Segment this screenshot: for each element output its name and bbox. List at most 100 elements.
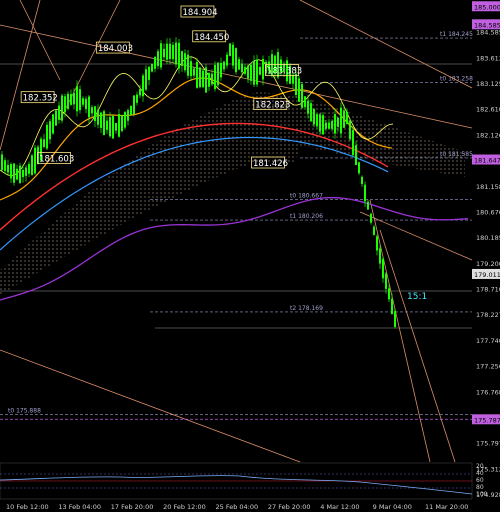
price-tag-label: 184.585: [474, 21, 500, 29]
candle-body: [127, 110, 129, 121]
y-tick-label: 183.125: [476, 80, 500, 88]
price-label: 182.823: [255, 100, 290, 110]
candle-body: [82, 98, 84, 105]
price-tag-label: 185.000: [474, 3, 500, 11]
candle-body: [313, 109, 315, 125]
candle-body: [112, 115, 114, 139]
candle-body: [91, 107, 93, 114]
candle-body: [346, 111, 348, 125]
candle-body: [352, 130, 354, 156]
candle-body: [325, 122, 327, 129]
candle-body: [10, 164, 12, 179]
candle-body: [232, 44, 234, 66]
candle-body: [385, 273, 387, 289]
candle-body: [55, 110, 57, 126]
candle-body: [169, 43, 171, 59]
level-label: t1 180.206: [290, 213, 323, 220]
price-label: 181.426: [253, 159, 288, 169]
price-label: 184.450: [194, 33, 229, 43]
candle-body: [103, 111, 105, 136]
candle-body: [226, 54, 228, 66]
y-tick-label: 183.613: [476, 54, 500, 62]
candle-body: [253, 60, 255, 85]
level-label: t0 183.258: [440, 76, 473, 83]
candle-body: [247, 65, 249, 79]
candle-body: [130, 106, 132, 115]
candle-body: [211, 73, 213, 85]
price-tag-label: 175.787: [474, 416, 500, 424]
candle-body: [373, 226, 375, 235]
candle-body: [19, 165, 21, 183]
candle-body: [61, 95, 63, 121]
x-tick-label: 25 Feb 04:00: [216, 503, 259, 511]
y-tick-label: 178.710: [476, 286, 500, 294]
candle-body: [109, 117, 111, 137]
candle-body: [31, 155, 33, 175]
y-tick-label: 178.227: [476, 311, 500, 319]
candle-body: [205, 67, 207, 93]
candle-body: [139, 89, 141, 96]
oscillator-tick: 60: [476, 477, 484, 484]
x-tick-label: 9 Mar 04:00: [373, 503, 412, 511]
candle-body: [4, 160, 6, 172]
candle-body: [106, 120, 108, 130]
candle-body: [382, 258, 384, 279]
candle-body: [118, 114, 120, 137]
candle-body: [319, 114, 321, 132]
candle-body: [46, 124, 48, 149]
y-tick-label: 179.200: [476, 260, 500, 268]
candle-body: [220, 63, 222, 78]
candle-body: [322, 115, 324, 135]
candle-body: [28, 163, 30, 174]
candle-body: [250, 64, 252, 81]
oscillator-panel: 20406080100: [0, 462, 488, 500]
x-tick-label: 27 Feb 20:00: [268, 503, 311, 511]
candle-body: [343, 110, 345, 128]
candle-body: [157, 51, 159, 67]
candle-body: [178, 42, 180, 69]
candle-body: [340, 107, 342, 134]
candle-body: [262, 58, 264, 80]
oscillator-tick: 80: [476, 484, 484, 491]
candle-body: [379, 248, 381, 264]
candle-body: [199, 67, 201, 88]
candle-body: [121, 115, 123, 131]
price-tag-label: 181.647: [474, 157, 500, 165]
candle-body: [97, 109, 99, 125]
candle-body: [88, 96, 90, 118]
candle-body: [115, 123, 117, 131]
candle-body: [391, 298, 393, 315]
candle-body: [67, 93, 69, 109]
candle-body: [76, 85, 78, 112]
candle-body: [175, 42, 177, 65]
level-label: t1 184.245: [440, 31, 473, 38]
candle-body: [166, 43, 168, 60]
price-tag-label: 179.011: [474, 271, 500, 279]
candle-body: [235, 48, 237, 73]
candle-body: [241, 63, 243, 73]
candle-body: [184, 53, 186, 71]
candle-body: [25, 167, 27, 176]
y-tick-label: 177.256: [476, 363, 500, 371]
candle-body: [34, 147, 36, 174]
candle-body: [133, 95, 135, 115]
price-label: 181.603: [39, 155, 74, 165]
candle-body: [367, 201, 369, 210]
candle-body: [136, 94, 138, 103]
candle-body: [163, 48, 165, 58]
candle-body: [13, 163, 15, 183]
price-label: 183.383: [267, 67, 302, 77]
candle-body: [364, 184, 366, 202]
candle-body: [148, 66, 150, 80]
candle-body: [124, 111, 126, 128]
x-tick-label: 17 Feb 20:00: [111, 503, 154, 511]
candle-body: [376, 236, 378, 251]
oscillator-tick: 40: [476, 470, 484, 477]
candle-body: [295, 73, 297, 95]
price-label: 184.003: [98, 44, 133, 54]
x-tick-label: 10 Feb 12:00: [6, 503, 49, 511]
candle-body: [370, 213, 372, 223]
x-tick-label: 13 Feb 04:00: [58, 503, 101, 511]
x-tick-label: 11 Mar 20:00: [425, 503, 468, 511]
y-tick-label: 177.740: [476, 337, 500, 345]
